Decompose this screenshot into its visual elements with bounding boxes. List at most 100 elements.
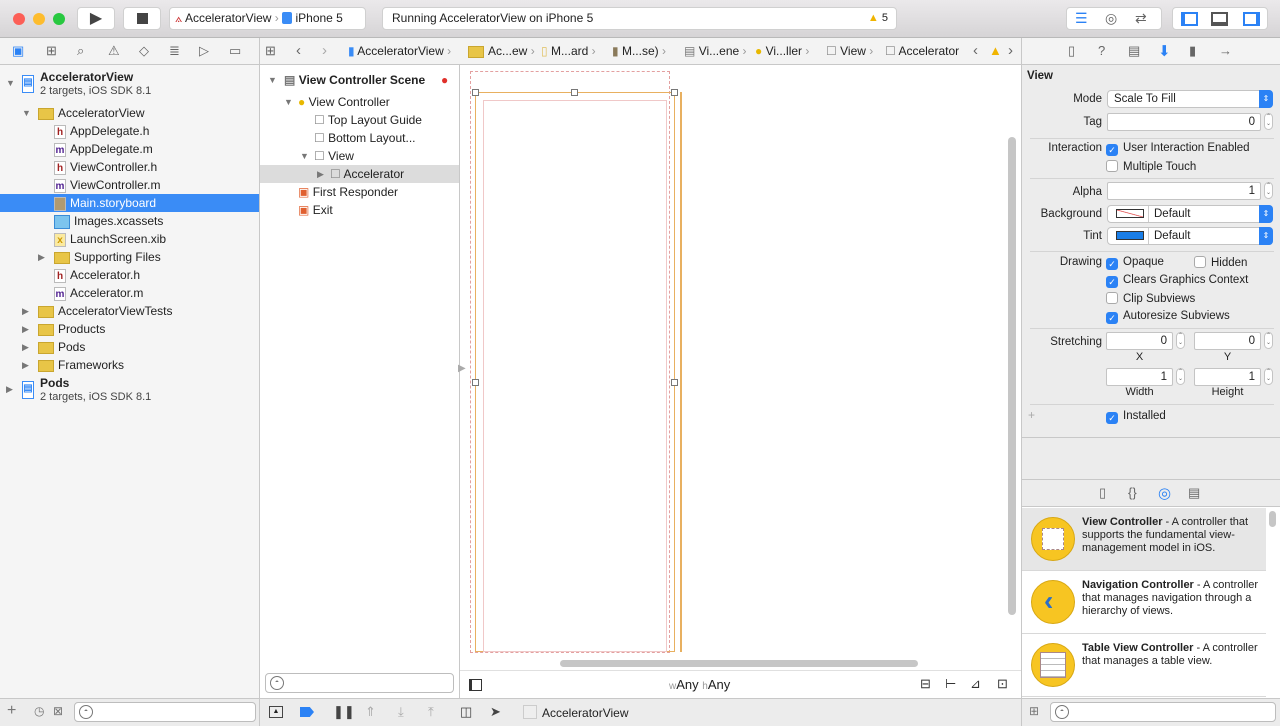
location-icon[interactable]: ➤ — [490, 704, 501, 720]
file-template-icon[interactable]: ▯ — [1099, 485, 1106, 501]
breakpoint-icon[interactable]: ▷ — [199, 43, 209, 59]
outline-item[interactable]: ☐ Top Layout Guide — [314, 111, 422, 129]
horizontal-scrollbar[interactable] — [560, 660, 918, 667]
alpha-stepper[interactable]: ⌃ ⌄ — [1264, 182, 1273, 199]
resize-handle[interactable] — [571, 89, 578, 96]
outline-toggle-icon[interactable] — [469, 679, 482, 691]
standard-editor-icon[interactable]: ☰ — [1075, 8, 1088, 29]
plus-icon[interactable]: + — [7, 702, 16, 720]
opaque-checkbox[interactable]: ✓ Opaque — [1106, 256, 1164, 270]
navigator-item[interactable]: Images.xcassets — [0, 212, 259, 230]
source-control-filter-icon[interactable]: ⊠ — [53, 704, 63, 718]
clip-subviews-checkbox[interactable]: Clip Subviews — [1106, 292, 1195, 306]
jump-item[interactable]: ● Vi...ller › — [755, 44, 809, 58]
jump-item[interactable]: ☐ Accelerator — [885, 44, 959, 58]
resizing-behavior-icon[interactable]: ⊡ — [997, 676, 1008, 692]
object-library-icon[interactable]: ◎ — [1158, 484, 1171, 502]
previous-issue-icon[interactable]: ‹ — [973, 42, 978, 59]
stop-button[interactable] — [123, 7, 161, 30]
navigator-item[interactable]: h Accelerator.h — [0, 266, 259, 284]
disclosure-closed-icon[interactable]: ▶ — [22, 302, 29, 320]
library-item[interactable]: View Controller - A controller that supp… — [1022, 508, 1266, 571]
library-item[interactable]: Table View Controller - A controller tha… — [1022, 634, 1266, 697]
warning-icon[interactable]: ⚠ — [108, 43, 120, 59]
accelerator-view[interactable] — [483, 100, 667, 652]
navigator-item[interactable]: ▶ Frameworks — [0, 356, 259, 374]
jump-item[interactable]: ▯ M...ard › — [541, 44, 596, 58]
search-icon[interactable]: ⌕ — [77, 43, 84, 59]
resolve-issues-icon[interactable]: ⊿ — [970, 676, 981, 692]
tint-select[interactable]: Default ⇕ — [1107, 227, 1273, 245]
outline-toggle[interactable]: ▶ — [458, 65, 466, 670]
related-items-icon[interactable]: ⊞ — [265, 43, 276, 59]
utilities-toggle-icon[interactable] — [1243, 12, 1260, 26]
align-icon[interactable]: ⊟ — [920, 676, 931, 692]
step-into-icon[interactable]: ⤓ — [398, 704, 404, 720]
disclosure-open-icon[interactable]: ▼ — [22, 104, 31, 122]
debug-area-toggle-icon[interactable] — [1211, 12, 1228, 26]
installed-checkbox[interactable]: ✓ Installed — [1106, 410, 1166, 424]
library-filter-input[interactable]: ◓ — [1050, 702, 1276, 722]
minimize-window-button[interactable] — [33, 13, 45, 25]
storyboard-canvas[interactable]: ▶ — [458, 65, 1021, 670]
mode-select[interactable]: Scale To Fill ⇕ — [1107, 90, 1273, 108]
debug-icon[interactable]: ≣ — [169, 43, 180, 59]
resize-handle[interactable] — [472, 89, 479, 96]
back-icon[interactable]: ‹ — [296, 42, 301, 59]
process-name[interactable]: AcceleratorView — [542, 706, 628, 720]
disclosure-closed-icon[interactable]: ▶ — [22, 320, 29, 338]
resize-handle[interactable] — [472, 379, 479, 386]
stretch-width-field[interactable]: 1 — [1106, 368, 1173, 386]
hierarchy-icon[interactable]: ⊞ — [46, 43, 57, 59]
forward-icon[interactable]: › — [322, 42, 327, 59]
resize-handle[interactable] — [671, 379, 678, 386]
outline-filter-input[interactable]: ◓ — [265, 673, 454, 693]
jump-item[interactable]: Ac...ew › — [468, 44, 535, 58]
report-icon[interactable]: ▭ — [229, 43, 241, 59]
outline-item[interactable]: ▼ ▤ View Controller Scene ● — [260, 71, 459, 89]
navigator-item[interactable]: h AppDelegate.h — [0, 122, 259, 140]
view-debugger-icon[interactable]: ◫ — [460, 704, 472, 720]
code-snippet-icon[interactable]: {} — [1128, 485, 1137, 500]
error-icon[interactable]: ● — [441, 71, 448, 89]
scheme-selector[interactable]: ⟑ AcceleratorView › iPhone 5 — [169, 7, 366, 30]
navigator-item[interactable]: Main.storyboard — [0, 194, 259, 212]
folder-icon[interactable]: ▣ — [12, 43, 24, 59]
identity-inspector-icon[interactable]: ▤ — [1128, 43, 1140, 59]
autoresize-checkbox[interactable]: ✓ Autoresize Subviews — [1106, 310, 1230, 324]
jump-item[interactable]: ▤ Vi...ene › — [684, 44, 747, 58]
plus-icon[interactable]: + — [1028, 408, 1035, 422]
hidden-checkbox[interactable]: Hidden — [1194, 256, 1247, 270]
stepper[interactable]: ⌃ ⌄ — [1264, 368, 1273, 385]
jump-item[interactable]: ☐ View › — [826, 44, 873, 58]
alpha-field[interactable]: 1 — [1107, 182, 1261, 200]
navigator-item[interactable]: ▶ AcceleratorViewTests — [0, 302, 259, 320]
test-icon[interactable]: ◇ — [139, 43, 149, 59]
stepper[interactable]: ⌃ ⌄ — [1264, 332, 1273, 349]
warning-icon[interactable]: ▲ — [989, 43, 1002, 58]
navigator-item[interactable]: ▶ Supporting Files — [0, 248, 259, 266]
media-library-icon[interactable]: ▤ — [1188, 485, 1200, 501]
library-item[interactable]: ‹ Navigation Controller - A controller th… — [1022, 571, 1266, 634]
navigator-item[interactable]: ▶ Pods — [0, 338, 259, 356]
jump-item[interactable]: ▮ AcceleratorView › — [348, 44, 451, 58]
navigator-item[interactable]: m ViewController.m — [0, 176, 259, 194]
version-editor-icon[interactable]: ⇄ — [1135, 8, 1147, 29]
warning-badge[interactable]: ▲ 5 — [868, 8, 888, 29]
stepper[interactable]: ⌃ ⌄ — [1176, 332, 1185, 349]
navigator-item[interactable]: m Accelerator.m — [0, 284, 259, 302]
next-issue-icon[interactable]: › — [1008, 42, 1013, 59]
recent-files-icon[interactable]: ◷ — [34, 704, 44, 718]
close-window-button[interactable] — [13, 13, 25, 25]
stretch-height-field[interactable]: 1 — [1194, 368, 1261, 386]
navigator-item[interactable]: ▶ Products — [0, 320, 259, 338]
navigator-item[interactable]: m AppDelegate.m — [0, 140, 259, 158]
stretch-x-field[interactable]: 0 — [1106, 332, 1173, 350]
step-over-icon[interactable]: ⇑ — [365, 704, 376, 720]
disclosure-closed-icon[interactable]: ▶ — [6, 380, 13, 398]
stretch-y-field[interactable]: 0 — [1194, 332, 1261, 350]
disclosure-closed-icon[interactable]: ▶ — [22, 338, 29, 356]
navigator-item[interactable]: h ViewController.h — [0, 158, 259, 176]
disclosure-open-icon[interactable]: ▼ — [6, 74, 15, 92]
multiple-touch-checkbox[interactable]: Multiple Touch — [1106, 160, 1196, 174]
